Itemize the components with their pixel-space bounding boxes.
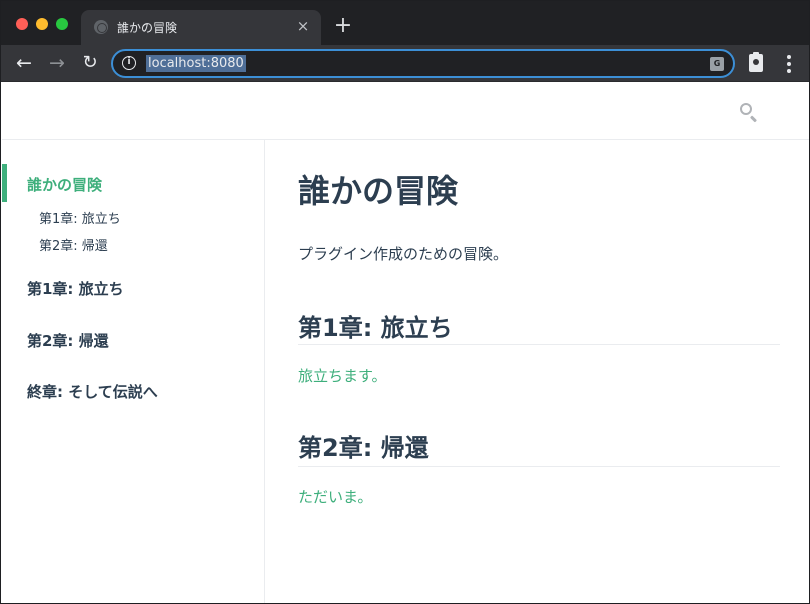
- url-text[interactable]: localhost:8080: [146, 55, 246, 72]
- forward-arrow-icon[interactable]: →: [45, 51, 69, 75]
- window-close-button[interactable]: [16, 18, 28, 30]
- tab-strip: 誰かの冒険 × +: [1, 1, 810, 45]
- address-bar[interactable]: i localhost:8080 G: [111, 49, 735, 78]
- sidebar-active-indicator: [2, 164, 7, 202]
- sidebar-item-finale[interactable]: 終章: そして伝説へ: [27, 381, 158, 402]
- browser-tab[interactable]: 誰かの冒険 ×: [81, 10, 321, 45]
- sidebar-item-chapter2[interactable]: 第2章: 帰還: [27, 330, 109, 351]
- section-heading-chapter2: 第2章: 帰還: [298, 428, 429, 463]
- translate-icon[interactable]: G: [710, 57, 724, 71]
- page-title: 誰かの冒険: [298, 166, 458, 212]
- menu-dot: [787, 55, 791, 59]
- section-heading-chapter1: 第1章: 旅立ち: [298, 308, 453, 343]
- menu-dot: [787, 69, 791, 73]
- site-header: [2, 82, 810, 140]
- section-divider: [298, 344, 780, 345]
- reload-icon[interactable]: ↻: [78, 51, 102, 75]
- clipboard-icon[interactable]: [749, 54, 763, 72]
- menu-dot: [787, 62, 791, 66]
- search-lens: [740, 103, 752, 115]
- sidebar: 誰かの冒険 第1章: 旅立ち 第2章: 帰還 第1章: 旅立ち 第2章: 帰還 …: [2, 140, 265, 604]
- search-handle: [750, 115, 757, 122]
- browser-toolbar: ← → ↻ i localhost:8080 G: [1, 45, 810, 82]
- tab-close-button[interactable]: ×: [295, 17, 311, 35]
- section-text-chapter2: ただいま。: [298, 486, 372, 507]
- tab-title: 誰かの冒険: [117, 19, 177, 36]
- section-text-chapter1: 旅立ちます。: [298, 365, 387, 386]
- window-maximize-button[interactable]: [56, 18, 68, 30]
- intro-text: プラグイン作成のための冒険。: [298, 243, 508, 264]
- info-icon[interactable]: i: [122, 56, 136, 70]
- sidebar-subitem-chapter2[interactable]: 第2章: 帰還: [39, 235, 108, 254]
- browser-window: 誰かの冒険 × + ← → ↻ i localhost:8080 G 誰かの冒険…: [0, 0, 810, 604]
- back-arrow-icon[interactable]: ←: [12, 51, 36, 75]
- new-tab-button[interactable]: +: [333, 14, 353, 38]
- search-icon[interactable]: [739, 102, 759, 122]
- section-divider: [298, 466, 780, 467]
- sidebar-item-home[interactable]: 誰かの冒険: [27, 174, 102, 195]
- sidebar-subitem-chapter1[interactable]: 第1章: 旅立ち: [39, 208, 121, 227]
- globe-favicon-icon: [94, 20, 108, 34]
- more-menu-icon[interactable]: [783, 54, 795, 74]
- window-minimize-button[interactable]: [36, 18, 48, 30]
- sidebar-item-chapter1[interactable]: 第1章: 旅立ち: [27, 278, 124, 299]
